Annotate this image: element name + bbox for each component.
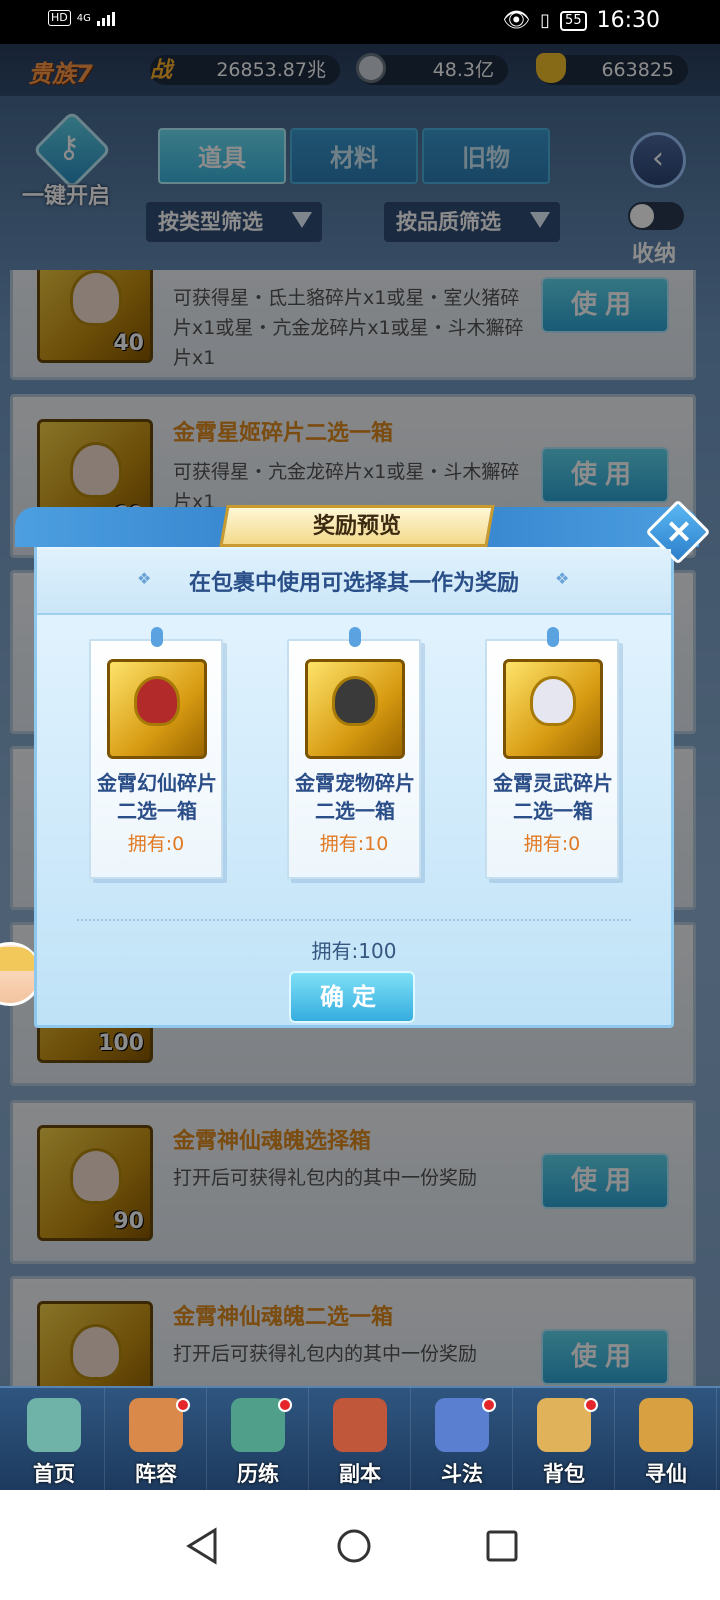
reward-preview-dialog: 奖励预览 × ❖ 在包裹中使用可选择其一作为奖励 ❖ 金霄幻仙碎片二选一箱 拥有…: [15, 499, 711, 1028]
notification-dot: [176, 1398, 190, 1412]
nav-icon: [537, 1398, 591, 1452]
notification-dot: [482, 1398, 496, 1412]
nav-item-6[interactable]: 寻仙: [615, 1388, 717, 1490]
signal-icon: [96, 10, 115, 26]
reward-card[interactable]: 金霄灵武碎片二选一箱 拥有:0: [485, 627, 619, 879]
reward-card[interactable]: 金霄宠物碎片二选一箱 拥有:10: [287, 627, 421, 879]
dialog-title: 奖励预览: [312, 514, 401, 539]
nav-label: 历练: [237, 1462, 279, 1486]
recents-square-icon: [486, 1530, 518, 1562]
system-back-button[interactable]: [166, 1510, 238, 1582]
back-triangle-icon: [186, 1527, 217, 1565]
status-bar: HD 4G 👁 ▯ 55 16:30: [0, 0, 720, 44]
home-circle-icon: [337, 1529, 371, 1563]
nav-item-5[interactable]: 背包: [513, 1388, 615, 1490]
nav-item-2[interactable]: 历练: [207, 1388, 309, 1490]
system-home-button[interactable]: [318, 1510, 390, 1582]
sparkle-icon: ❖: [555, 569, 570, 588]
reward-owned: 拥有:0: [523, 833, 581, 855]
bottom-nav: 首页 阵容 历练 副本 斗法 背包 寻仙: [0, 1386, 720, 1490]
nav-label: 副本: [339, 1462, 381, 1486]
divider: [77, 919, 631, 921]
reward-name: 金霄灵武碎片二选一箱: [493, 771, 613, 823]
system-recents-button[interactable]: [466, 1510, 538, 1582]
nav-icon: [333, 1398, 387, 1452]
notification-dot: [278, 1398, 292, 1412]
eye-icon: 👁: [502, 8, 531, 33]
nav-item-0[interactable]: 首页: [3, 1388, 105, 1490]
reward-card[interactable]: 金霄幻仙碎片二选一箱 拥有:0: [89, 627, 223, 879]
nav-icon: [435, 1398, 489, 1452]
hd-badge: HD: [48, 10, 71, 26]
reward-name: 金霄幻仙碎片二选一箱: [97, 771, 217, 823]
reward-name: 金霄宠物碎片二选一箱: [295, 771, 415, 823]
confirm-button[interactable]: 确定: [289, 971, 415, 1023]
reward-portrait: [134, 676, 180, 726]
nav-label: 寻仙: [645, 1462, 687, 1486]
nav-label: 阵容: [135, 1462, 177, 1486]
system-nav-bar: [0, 1490, 720, 1600]
game-screen: 贵族7 26853.87兆 战 48.3亿 663825 ⚷ 一键开启 道具 材…: [0, 44, 720, 1490]
nav-icon: [639, 1398, 693, 1452]
nav-item-4[interactable]: 斗法: [411, 1388, 513, 1490]
vibrate-icon: ▯: [540, 10, 551, 31]
nav-label: 背包: [543, 1462, 585, 1486]
nav-item-3[interactable]: 副本: [309, 1388, 411, 1490]
nav-label: 斗法: [441, 1462, 483, 1486]
reward-icon: [107, 659, 207, 759]
reward-owned: 拥有:0: [127, 833, 185, 855]
nav-item-1[interactable]: 阵容: [105, 1388, 207, 1490]
battery-indicator: 55: [560, 10, 587, 31]
reward-icon: [503, 659, 603, 759]
reward-icon: [305, 659, 405, 759]
nav-icon: [129, 1398, 183, 1452]
total-owned: 拥有:100: [311, 939, 397, 963]
network-label: 4G: [76, 12, 91, 24]
nav-icon: [27, 1398, 81, 1452]
dialog-subtitle: 在包裹中使用可选择其一作为奖励: [188, 571, 519, 596]
notification-dot: [584, 1398, 598, 1412]
reward-portrait: [530, 676, 576, 726]
clock: 16:30: [596, 8, 660, 33]
nav-icon: [231, 1398, 285, 1452]
reward-owned: 拥有:10: [319, 833, 389, 855]
reward-portrait: [332, 676, 378, 726]
close-icon[interactable]: ×: [661, 511, 697, 551]
nav-label: 首页: [33, 1462, 75, 1486]
